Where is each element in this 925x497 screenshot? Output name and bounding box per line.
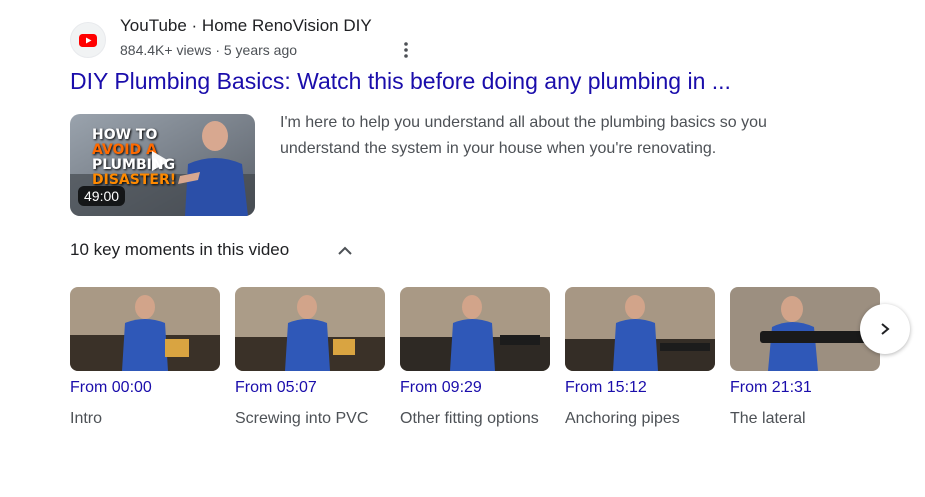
play-icon	[150, 150, 170, 177]
result-title-link[interactable]: DIY Plumbing Basics: Watch this before d…	[70, 68, 731, 95]
key-moment-thumbnail[interactable]	[70, 287, 220, 371]
key-moment-time[interactable]: From 15:12	[565, 379, 715, 397]
key-moment-item[interactable]: From 15:12 Anchoring pipes	[565, 287, 715, 433]
more-vert-icon[interactable]	[395, 38, 417, 62]
key-moments-header[interactable]: 10 key moments in this video	[70, 240, 289, 260]
key-moment-label: Intro	[70, 410, 103, 427]
key-moment-thumbnail[interactable]	[235, 287, 385, 371]
key-moment-item[interactable]: From 21:31 The lateral	[730, 287, 880, 433]
result-header[interactable]: YouTube · Home RenoVision DIY 884.4K+ vi…	[70, 14, 430, 62]
key-moment-label: Anchoring pipes	[565, 410, 680, 427]
thumb-line-2: AVOID A	[92, 142, 157, 158]
next-moments-button[interactable]	[860, 304, 910, 354]
result-snippet: I'm here to help you understand all abou…	[280, 114, 767, 157]
video-meta: 884.4K+ views · 5 years ago	[120, 42, 298, 58]
key-moment-thumbnail[interactable]	[565, 287, 715, 371]
key-moment-label: Screwing into PVC	[235, 410, 369, 427]
youtube-icon	[70, 22, 106, 58]
key-moment-time[interactable]: From 09:29	[400, 379, 550, 397]
thumb-line-3: PLUMBING	[92, 157, 176, 173]
key-moment-time[interactable]: From 00:00	[70, 379, 220, 397]
key-moment-item[interactable]: From 05:07 Screwing into PVC	[235, 287, 385, 433]
key-moment-label: Other fitting options	[400, 410, 539, 427]
key-moment-item[interactable]: From 09:29 Other fitting options	[400, 287, 550, 433]
key-moment-thumbnail[interactable]	[400, 287, 550, 371]
duration-badge: 49:00	[78, 186, 126, 206]
thumbnail-title-overlay: HOW TO AVOID A PLUMBING DISASTER!	[92, 128, 192, 188]
key-moment-thumbnail[interactable]	[730, 287, 880, 371]
thumb-line-1: HOW TO	[92, 127, 158, 143]
key-moment-label: The lateral	[730, 410, 806, 427]
key-moment-time[interactable]: From 21:31	[730, 379, 880, 397]
chevron-right-icon	[881, 323, 890, 335]
key-moment-item[interactable]: From 00:00 Intro	[70, 287, 220, 433]
source-name: YouTube · Home RenoVision DIY	[120, 16, 372, 35]
chevron-up-icon[interactable]	[334, 240, 356, 262]
video-thumbnail[interactable]: HOW TO AVOID A PLUMBING DISASTER! 49:00	[70, 114, 255, 216]
key-moment-time[interactable]: From 05:07	[235, 379, 385, 397]
